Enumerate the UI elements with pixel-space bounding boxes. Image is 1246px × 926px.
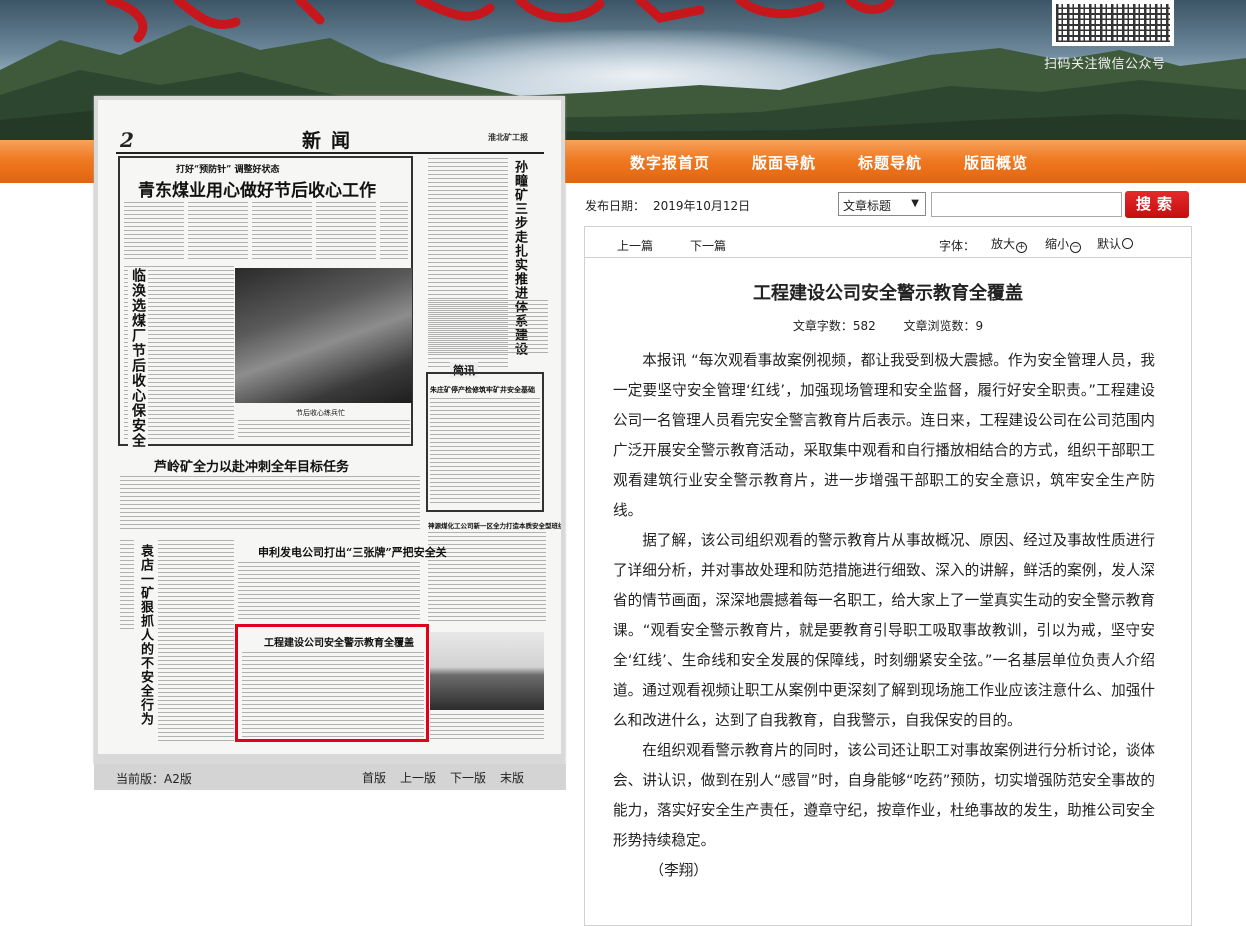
article-title: 工程建设公司安全警示教育全覆盖 (753, 283, 1023, 304)
text-block (120, 540, 134, 630)
view-count: 文章浏览数：9 (903, 319, 984, 333)
next-article-link[interactable]: 下一篇 (690, 237, 726, 254)
headline-shenyuan[interactable]: 神源煤化工公司新一区全力打造本质安全型班组 (428, 520, 561, 530)
font-enlarge-button[interactable]: 放大 + (991, 235, 1028, 253)
nav-title-navigation[interactable]: 标题导航 (858, 152, 922, 173)
circle-icon (1122, 238, 1134, 249)
nav-menu: 数字报首页 版面导航 标题导航 版面概览 (630, 152, 1070, 173)
search-input[interactable] (931, 192, 1122, 217)
publish-date-value: 2019年10月12日 (653, 199, 751, 213)
paper-masthead: 淮北矿工报 (488, 132, 528, 142)
font-label: 字体： (939, 239, 976, 253)
font-default-button[interactable]: 默认 (1097, 235, 1134, 252)
page-navigation: 当前版：A2版 首版 上一版 下一版 末版 (94, 764, 566, 790)
paper-section-title: 新闻 (302, 130, 361, 152)
article-author: （李翔） (649, 862, 708, 879)
newspaper-page[interactable]: 2 新闻 淮北矿工报 打好“预防针” 调整好状态 青东煤业用心做好节后收心工作 … (98, 100, 561, 754)
text-block (252, 202, 312, 262)
paper-rule (116, 152, 544, 154)
newspaper-page-thumbnail[interactable]: 2 新闻 淮北矿工报 打好“预防针” 调整好状态 青东煤业用心做好节后收心工作 … (94, 96, 565, 764)
photo-meeting (430, 632, 544, 710)
article-body: 本报讯 “每次观看事故案例视频，都让我受到极大震撼。作为安全管理人员，我一定要坚… (613, 346, 1155, 886)
photo-caption: 节后收心练兵忙 (296, 409, 345, 417)
next-page-link[interactable]: 下一版 (450, 769, 486, 786)
publish-date-label: 发布日期： (585, 199, 646, 213)
prev-page-link[interactable]: 上一版 (400, 769, 436, 786)
current-page-label: 当前版：A2版 (116, 772, 192, 786)
text-block (316, 202, 376, 262)
text-block (238, 562, 420, 620)
text-block (158, 540, 234, 744)
nav-page-overview[interactable]: 版面概览 (964, 152, 1028, 173)
headline-main[interactable]: 青东煤业用心做好节后收心工作 (138, 176, 376, 201)
search-field-select[interactable]: 文章标题 ▼ (838, 192, 926, 216)
text-block (428, 300, 548, 355)
headline-luling[interactable]: 芦岭矿全力以赴冲刺全年目标任务 (154, 456, 349, 475)
page-links: 首版 上一版 下一版 末版 (362, 769, 538, 786)
photo-training (235, 268, 412, 403)
qr-caption: 扫码关注微信公众号 (1044, 57, 1166, 72)
text-block (238, 420, 410, 440)
text-block (120, 476, 420, 531)
text-block (430, 398, 540, 506)
prev-article-link[interactable]: 上一篇 (617, 237, 653, 254)
headline-linhuan[interactable]: 临涣选煤厂节后收心保安全 (128, 268, 148, 448)
text-block (124, 202, 184, 262)
font-shrink-label: 缩小 (1045, 237, 1070, 251)
publish-date: 发布日期： 2019年10月12日 (585, 197, 750, 214)
search-button[interactable]: 搜索 (1125, 191, 1189, 218)
article-paragraph: 据了解，该公司组织观看的警示教育片从事故概况、原因、经过及事故性质进行了详细分析… (613, 532, 1155, 729)
paper-page-number: 2 (120, 128, 134, 152)
nav-page-navigation[interactable]: 版面导航 (752, 152, 816, 173)
search-field-value: 文章标题 (843, 199, 892, 213)
headline-yuandian[interactable]: 袁店一矿狠抓人的不安全行为 (136, 544, 155, 726)
selected-article-highlight[interactable] (235, 624, 429, 742)
headline-zhuzhuang[interactable]: 朱庄矿停产检修筑牢矿井安全基础 (430, 385, 535, 395)
font-enlarge-label: 放大 (991, 237, 1016, 251)
dropdown-arrow-icon: ▼ (911, 198, 919, 209)
plus-circle-icon: + (1016, 242, 1028, 253)
text-block (188, 202, 248, 262)
font-default-label: 默认 (1097, 237, 1122, 251)
article-paragraph: 本报讯 “每次观看事故案例视频，都让我受到极大震撼。作为安全管理人员，我一定要坚… (613, 352, 1155, 519)
wechat-qr-code (1052, 0, 1174, 46)
article-paragraph: 在组织观看警示教育片的同时，该公司还让职工对事故案例进行分析讨论，谈体会、讲认识… (613, 742, 1155, 849)
nav-home[interactable]: 数字报首页 (630, 152, 710, 173)
article-panel: 上一篇 下一篇 字体： 放大 + 缩小 − 默认 工程建设公司安全警示教育全覆盖 文… (584, 226, 1192, 926)
first-page-link[interactable]: 首版 (362, 769, 386, 786)
word-count: 文章字数：582 (792, 319, 876, 333)
text-block (380, 202, 408, 262)
headline-kicker: 打好“预防针” 调整好状态 (176, 165, 280, 175)
font-shrink-button[interactable]: 缩小 − (1045, 235, 1082, 253)
minus-circle-icon: − (1070, 242, 1082, 253)
article-toolbar: 上一篇 下一篇 字体： 放大 + 缩小 − 默认 (585, 227, 1191, 258)
headline-power[interactable]: 申利发电公司打出“三张牌”严把安全关 (258, 544, 447, 560)
article-stats: 文章字数：582 文章浏览数：9 (585, 317, 1191, 334)
text-block (430, 714, 544, 742)
last-page-link[interactable]: 末版 (500, 769, 524, 786)
